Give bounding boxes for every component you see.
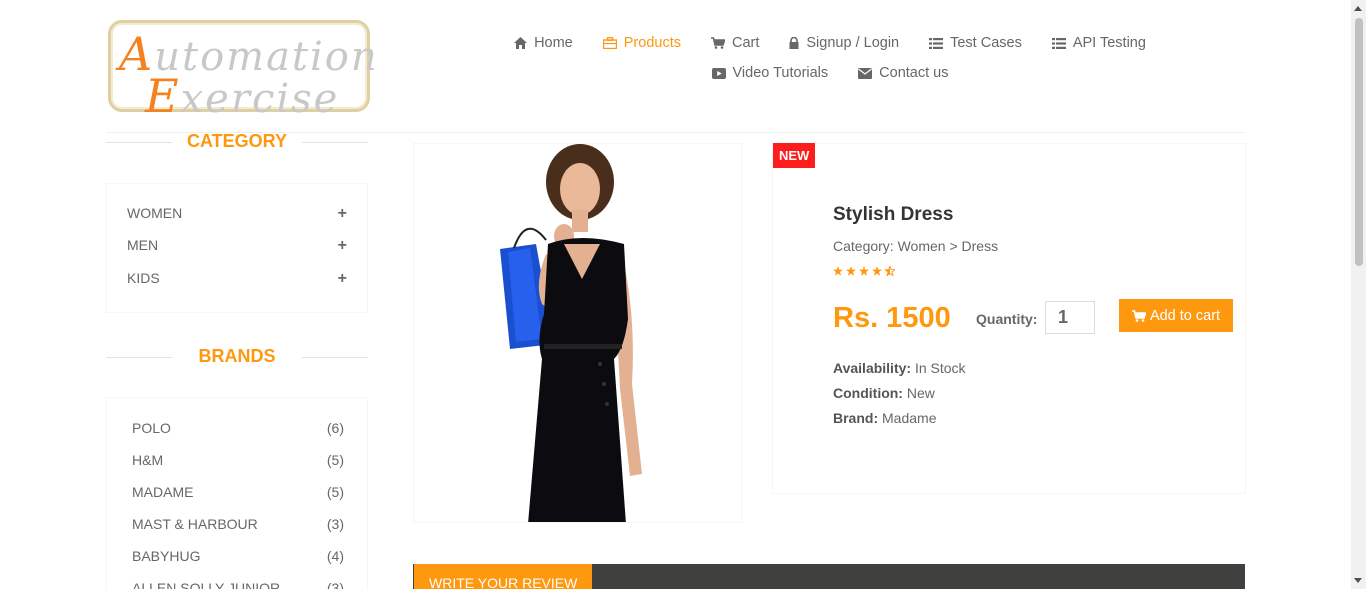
brand-count: (5) <box>326 484 344 500</box>
product-rating <box>833 266 895 276</box>
star-icon <box>846 266 856 276</box>
nav-contact-us-label: Contact us <box>879 65 949 81</box>
nav-cart[interactable]: Cart <box>710 35 760 51</box>
brand-item[interactable]: POLO (6) <box>132 420 344 436</box>
brand-count: (5) <box>326 452 344 468</box>
brand-item[interactable]: ALLEN SOLLY JUNIOR (3) <box>132 580 344 589</box>
brand-value: Madame <box>882 410 937 426</box>
product-name: Stylish Dress <box>833 204 954 225</box>
brand: Brand: Madame <box>833 410 936 426</box>
brand-count: (3) <box>326 580 344 589</box>
nav-products[interactable]: Products <box>602 35 681 51</box>
nav-video-tutorials[interactable]: Video Tutorials <box>711 65 829 81</box>
nav-row-1: Home Products Cart Signup / Login Test C… <box>500 28 1160 58</box>
brand-name: H&M <box>132 452 164 468</box>
envelope-icon <box>858 67 873 79</box>
nav-cart-label: Cart <box>731 35 760 51</box>
category-label: MEN <box>127 237 159 253</box>
category-women[interactable]: WOMEN + <box>127 205 347 223</box>
scroll-thumb[interactable] <box>1355 18 1363 266</box>
nav-api-testing-label: API Testing <box>1072 35 1146 51</box>
main-nav: Home Products Cart Signup / Login Test C… <box>500 28 1160 88</box>
category-title: CATEGORY <box>106 131 368 152</box>
expand-plus-icon[interactable]: + <box>338 237 347 255</box>
availability-label: Availability: <box>833 360 912 376</box>
category-label: WOMEN <box>127 205 183 221</box>
product-price: Rs. 1500 <box>833 302 951 334</box>
category-kids[interactable]: KIDS + <box>127 270 347 288</box>
list-icon <box>929 37 944 49</box>
nav-api-testing[interactable]: API Testing <box>1051 35 1146 51</box>
new-badge: NEW <box>773 143 816 168</box>
brand-name: ALLEN SOLLY JUNIOR <box>132 580 281 589</box>
expand-plus-icon[interactable]: + <box>338 270 347 288</box>
nav-signup-login-label: Signup / Login <box>806 35 900 51</box>
brands-title: BRANDS <box>106 346 368 367</box>
woman-in-dress-photo <box>500 144 642 522</box>
nav-products-label: Products <box>623 35 681 51</box>
product-image <box>413 143 742 523</box>
star-half-icon <box>885 266 895 276</box>
brand-count: (6) <box>326 420 344 436</box>
brands-panel: POLO (6) H&M (5) MADAME (5) MAST & HARBO… <box>106 397 368 589</box>
list-icon <box>1051 37 1066 49</box>
cart-icon <box>710 37 725 49</box>
category-men[interactable]: MEN + <box>127 237 347 255</box>
star-icon <box>833 266 843 276</box>
brand-name: POLO <box>132 420 171 436</box>
brand-count: (4) <box>326 548 344 564</box>
brand-item[interactable]: MADAME (5) <box>132 484 344 500</box>
nav-test-cases-label: Test Cases <box>950 35 1022 51</box>
brand-name: BABYHUG <box>132 548 201 564</box>
nav-signup-login[interactable]: Signup / Login <box>789 35 899 51</box>
condition-value: New <box>906 385 935 401</box>
quantity-label: Quantity: <box>976 311 1038 327</box>
add-to-cart-button[interactable]: Add to cart <box>1119 299 1233 332</box>
site-logo[interactable]: Automation Exercise <box>108 20 377 123</box>
availability: Availability: In Stock <box>833 360 966 376</box>
quantity-input[interactable] <box>1045 301 1095 334</box>
home-icon <box>514 37 528 49</box>
page-scrollbar[interactable] <box>1351 0 1366 589</box>
brand-label: Brand: <box>833 410 879 426</box>
products-icon <box>602 37 617 49</box>
nav-test-cases[interactable]: Test Cases <box>929 35 1022 51</box>
scroll-up-arrow-icon[interactable] <box>1354 6 1362 11</box>
nav-home-label: Home <box>534 35 573 51</box>
star-icon <box>872 266 882 276</box>
logo-line2: Exercise <box>145 69 340 123</box>
product-category: Category: Women > Dress <box>833 238 999 254</box>
category-panel: WOMEN + MEN + KIDS + <box>106 183 368 313</box>
write-review-tab[interactable]: WRITE YOUR REVIEW <box>414 564 592 589</box>
lock-icon <box>789 37 799 49</box>
nav-row-2: Video Tutorials Contact us <box>500 58 1160 88</box>
nav-video-tutorials-label: Video Tutorials <box>732 65 829 81</box>
cart-icon <box>1131 309 1146 322</box>
category-label: KIDS <box>127 270 160 286</box>
brand-name: MAST & HARBOUR <box>132 516 258 532</box>
nav-home[interactable]: Home <box>514 35 573 51</box>
scroll-down-arrow-icon[interactable] <box>1354 578 1362 583</box>
availability-value: In Stock <box>914 360 966 376</box>
brand-item[interactable]: BABYHUG (4) <box>132 548 344 564</box>
expand-plus-icon[interactable]: + <box>338 205 347 223</box>
brand-count: (3) <box>326 516 344 532</box>
condition: Condition: New <box>833 385 935 401</box>
brand-name: MADAME <box>132 484 194 500</box>
brand-item[interactable]: MAST & HARBOUR (3) <box>132 516 344 532</box>
condition-label: Condition: <box>833 385 903 401</box>
add-to-cart-label: Add to cart <box>1149 307 1221 324</box>
star-icon <box>859 266 869 276</box>
youtube-play-icon <box>711 67 726 79</box>
nav-contact-us[interactable]: Contact us <box>858 65 948 81</box>
brand-item[interactable]: H&M (5) <box>132 452 344 468</box>
